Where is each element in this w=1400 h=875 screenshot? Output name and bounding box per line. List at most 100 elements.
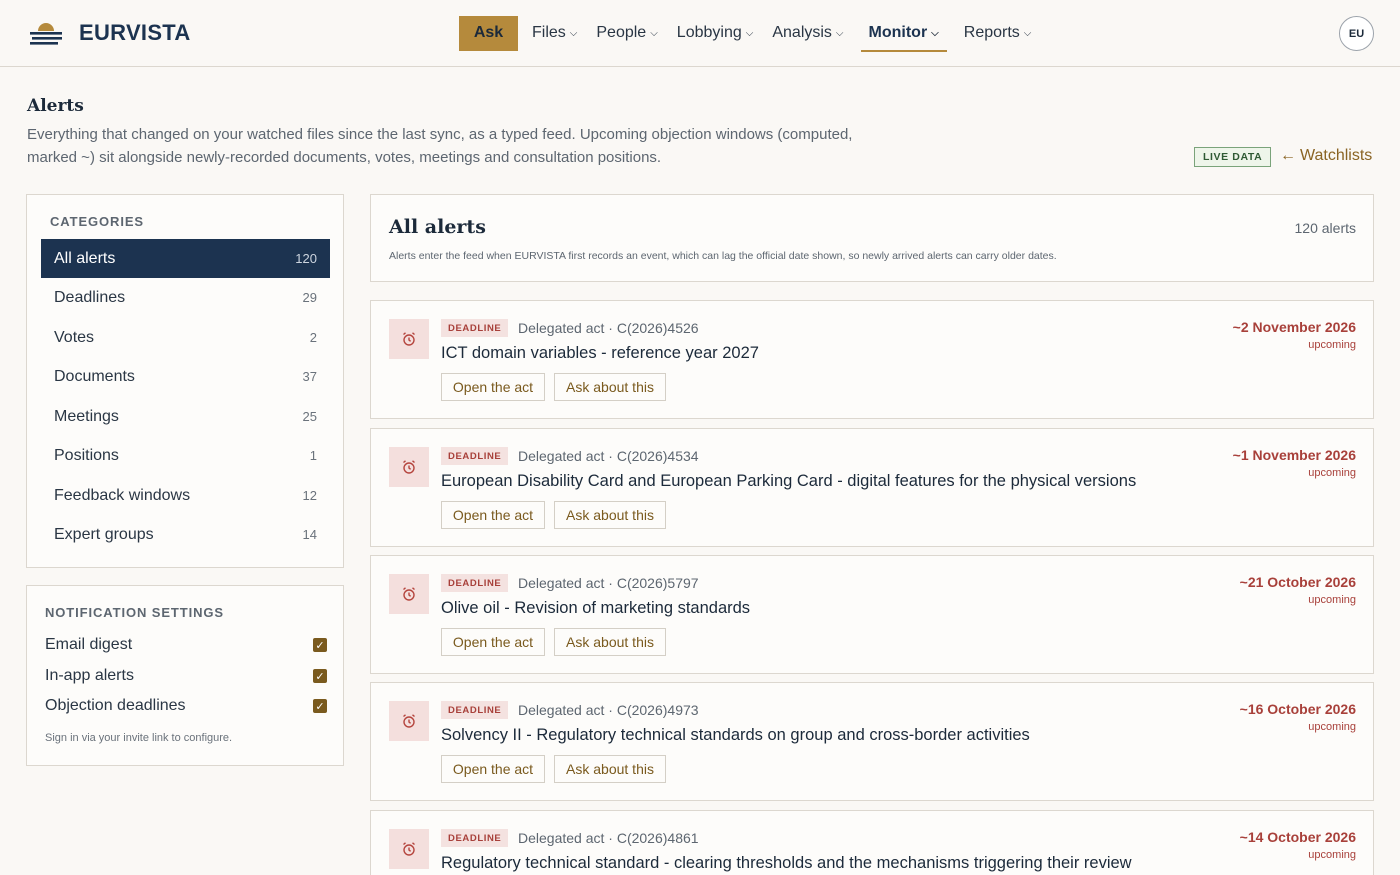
alert-title[interactable]: Solvency II - Regulatory technical stand…: [441, 726, 1030, 745]
ask-about-button[interactable]: Ask about this: [554, 628, 666, 656]
open-act-button[interactable]: Open the act: [441, 373, 545, 401]
deadline-tag: DEADLINE: [441, 319, 509, 337]
deadline-tag: DEADLINE: [441, 447, 509, 465]
category-label: All alerts: [54, 249, 116, 267]
nav-lobbying[interactable]: Lobbying ⌵: [677, 15, 754, 51]
category-count: 14: [302, 527, 317, 542]
alert-status: upcoming: [1308, 594, 1356, 606]
category-deadlines[interactable]: Deadlines 29: [41, 278, 330, 317]
nav-lobbying-label: Lobbying: [676, 24, 742, 41]
brand-logo[interactable]: EURVISTA: [30, 20, 191, 46]
ask-about-button[interactable]: Ask about this: [554, 501, 666, 529]
watchlists-link-label: Watchlists: [1300, 147, 1373, 164]
alert-meta: Delegated act · C(2026)4861: [518, 830, 699, 846]
setting-email-digest: Email digest ✓: [45, 634, 327, 656]
open-act-button[interactable]: Open the act: [441, 755, 545, 783]
main-nav: Ask Files ⌵ People ⌵ Lobbying ⌵ Analysis…: [459, 15, 1032, 52]
chevron-down-icon: ⌵: [835, 27, 844, 39]
notification-settings-panel: NOTIFICATION SETTINGS Email digest ✓ In-…: [26, 585, 344, 766]
category-feedback-windows[interactable]: Feedback windows 12: [41, 476, 330, 515]
chevron-down-icon: ⌵: [650, 27, 658, 39]
category-all-alerts[interactable]: All alerts 120: [41, 239, 330, 278]
category-votes[interactable]: Votes 2: [41, 318, 330, 357]
user-avatar[interactable]: EU: [1339, 16, 1374, 51]
category-label: Positions: [54, 446, 119, 464]
chevron-down-icon: ⌵: [931, 27, 939, 39]
nav-monitor[interactable]: Monitor ⌵: [860, 15, 948, 52]
check-icon: ✓: [315, 639, 325, 652]
categories-panel: CATEGORIES All alerts 120 Deadlines 29 V…: [26, 194, 344, 568]
alarm-clock-icon: [389, 574, 429, 614]
email-digest-checkbox[interactable]: ✓: [313, 638, 327, 652]
alert-date: ~1 November 2026: [1232, 447, 1356, 463]
ask-button[interactable]: Ask: [459, 15, 518, 51]
objection-deadlines-checkbox[interactable]: ✓: [313, 699, 327, 713]
alert-card: DEADLINE Delegated act · C(2026)4534 Eur…: [370, 428, 1374, 547]
category-label: Votes: [54, 328, 95, 346]
alarm-clock-icon: [389, 701, 429, 741]
alert-date: ~21 October 2026: [1239, 574, 1356, 590]
category-count: 120: [295, 251, 317, 266]
sunrise-logo-icon: [30, 23, 62, 45]
deadline-tag: DEADLINE: [441, 701, 509, 719]
deadline-tag: DEADLINE: [441, 574, 509, 592]
nav-files[interactable]: Files ⌵: [532, 15, 577, 51]
category-count: 1: [309, 448, 317, 463]
nav-files-label: Files: [532, 24, 566, 41]
nav-reports-label: Reports: [963, 24, 1020, 41]
ask-about-button[interactable]: Ask about this: [554, 373, 666, 401]
alarm-clock-icon: [389, 447, 429, 487]
alerts-summary-card: All alerts 120 alerts Alerts enter the f…: [370, 194, 1374, 282]
category-count: 29: [302, 290, 317, 305]
nav-people-label: People: [596, 24, 647, 41]
alert-card: DEADLINE Delegated act · C(2026)4526 ICT…: [370, 300, 1374, 419]
summary-title: All alerts: [389, 216, 486, 238]
page-title: Alerts: [27, 96, 84, 116]
category-label: Feedback windows: [54, 486, 191, 504]
open-act-button[interactable]: Open the act: [441, 628, 545, 656]
category-label: Documents: [54, 367, 135, 385]
alert-meta: Delegated act · C(2026)4526: [518, 320, 699, 336]
alert-status: upcoming: [1308, 339, 1356, 351]
alarm-clock-icon: [389, 829, 429, 869]
alert-status: upcoming: [1308, 467, 1356, 479]
alert-title[interactable]: Regulatory technical standard - clearing…: [441, 854, 1132, 873]
nav-analysis-label: Analysis: [772, 24, 832, 41]
category-expert-groups[interactable]: Expert groups 14: [41, 515, 330, 554]
top-navigation-bar: EURVISTA Ask Files ⌵ People ⌵ Lobbying ⌵…: [0, 0, 1400, 67]
check-icon: ✓: [315, 700, 325, 713]
category-count: 2: [309, 330, 317, 345]
category-label: Deadlines: [54, 288, 126, 306]
category-label: Expert groups: [54, 525, 154, 543]
nav-monitor-label: Monitor: [868, 24, 928, 41]
alert-title[interactable]: Olive oil - Revision of marketing standa…: [441, 599, 750, 618]
alert-title[interactable]: European Disability Card and European Pa…: [441, 472, 1136, 491]
ask-about-button[interactable]: Ask about this: [554, 755, 666, 783]
nav-reports[interactable]: Reports ⌵: [964, 15, 1032, 51]
alarm-clock-icon: [389, 319, 429, 359]
category-label: Meetings: [54, 407, 119, 425]
arrow-left-icon: ←: [1280, 147, 1296, 164]
alert-title[interactable]: ICT domain variables - reference year 20…: [441, 344, 759, 363]
category-count: 25: [302, 409, 317, 424]
alert-date: ~2 November 2026: [1232, 319, 1356, 335]
chevron-down-icon: ⌵: [745, 27, 754, 39]
nav-analysis[interactable]: Analysis ⌵: [772, 15, 843, 51]
alert-card: DEADLINE Delegated act · C(2026)5797 Oli…: [370, 555, 1374, 674]
category-meetings[interactable]: Meetings 25: [41, 397, 330, 436]
alert-meta: Delegated act · C(2026)4973: [518, 702, 699, 718]
category-positions[interactable]: Positions 1: [41, 436, 330, 475]
open-act-button[interactable]: Open the act: [441, 501, 545, 529]
nav-people[interactable]: People ⌵: [596, 15, 657, 51]
live-data-badge: LIVE DATA: [1194, 147, 1272, 167]
category-documents[interactable]: Documents 37: [41, 357, 330, 396]
alert-date: ~16 October 2026: [1239, 701, 1356, 717]
in-app-alerts-checkbox[interactable]: ✓: [313, 669, 327, 683]
chevron-down-icon: ⌵: [569, 27, 578, 39]
chevron-down-icon: ⌵: [1023, 27, 1032, 39]
category-count: 37: [302, 369, 317, 384]
watchlists-link[interactable]: ← Watchlists: [1280, 147, 1372, 165]
alert-card: DEADLINE Delegated act · C(2026)4861 Reg…: [370, 810, 1374, 875]
category-count: 12: [302, 488, 317, 503]
check-icon: ✓: [315, 670, 325, 683]
